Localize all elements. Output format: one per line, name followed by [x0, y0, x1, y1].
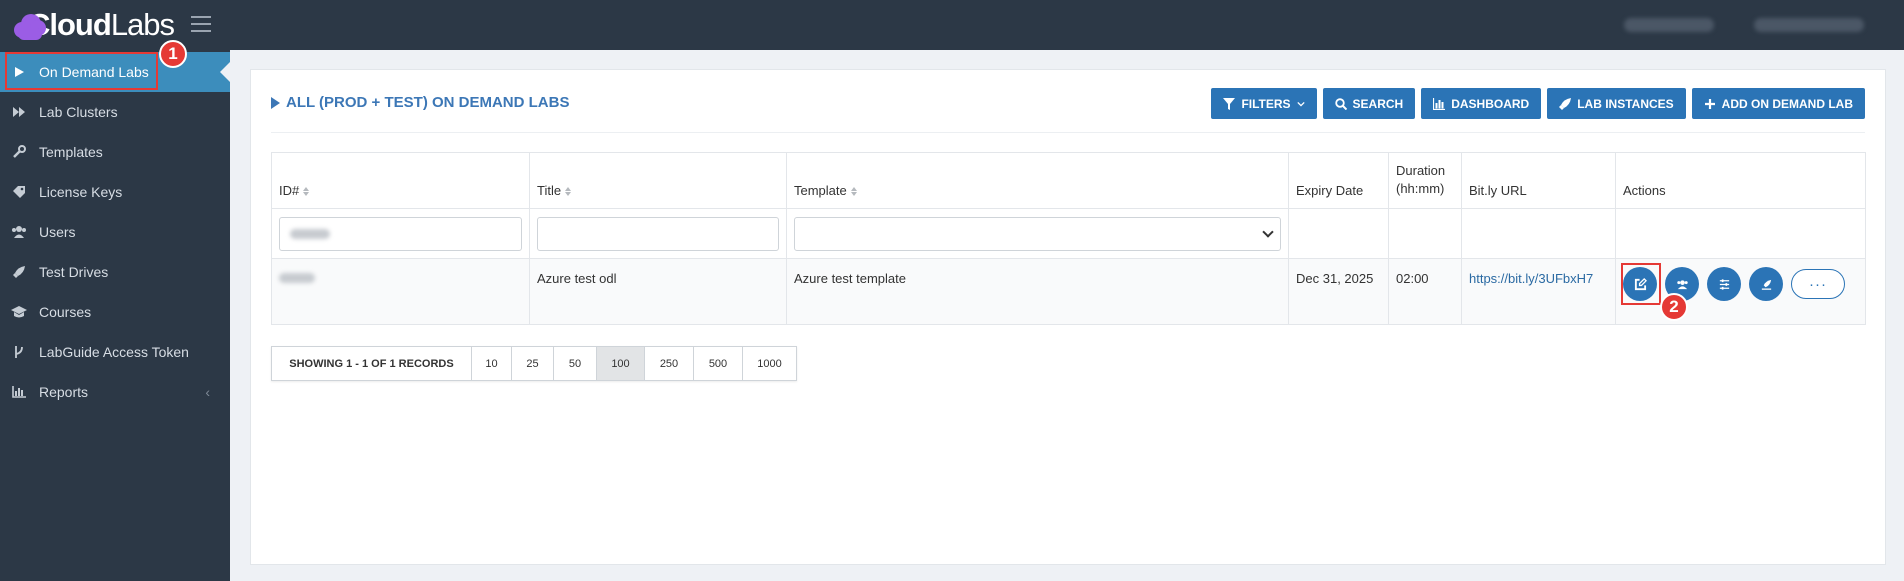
callout-badge-1: 1 — [159, 40, 187, 68]
page-size-25[interactable]: 25 — [512, 347, 554, 380]
sidebar-item-courses[interactable]: Courses — [0, 292, 230, 332]
users-icon — [11, 224, 27, 240]
tag-icon — [11, 184, 27, 200]
sidebar-item-label: Reports — [39, 384, 89, 400]
page-size-10[interactable]: 10 — [472, 347, 512, 380]
deploy-button[interactable] — [1749, 267, 1783, 301]
sidebar-item-labguide-access-token[interactable]: LabGuide Access Token — [0, 332, 230, 372]
play-icon — [271, 96, 280, 109]
menu-toggle-icon[interactable] — [191, 16, 211, 32]
page-title: ALL (PROD + TEST) ON DEMAND LABS — [271, 94, 569, 111]
settings-sliders-button[interactable] — [1707, 267, 1741, 301]
records-info: SHOWING 1 - 1 OF 1 RECORDS — [272, 347, 472, 380]
template-filter-select[interactable] — [794, 216, 1281, 251]
page-size-500[interactable]: 500 — [694, 347, 743, 380]
callout-box-1 — [5, 52, 158, 90]
wrench-icon — [11, 144, 27, 160]
chevron-down-icon — [1296, 101, 1305, 107]
add-on-demand-lab-button[interactable]: ADD ON DEMAND LAB — [1691, 88, 1865, 119]
sliders-icon — [1719, 278, 1729, 290]
fast-forward-icon — [11, 104, 27, 120]
page-size-250[interactable]: 250 — [645, 347, 694, 380]
chevron-down-icon — [1262, 225, 1274, 238]
logo-text-light: Labs — [110, 7, 175, 42]
sidebar-item-lab-clusters[interactable]: Lab Clusters — [0, 92, 230, 132]
sidebar-item-templates[interactable]: Templates — [0, 132, 230, 172]
sort-icon — [303, 187, 310, 197]
column-header-title[interactable]: Title — [529, 152, 787, 209]
bar-chart-icon — [1433, 97, 1446, 110]
page-size-1000[interactable]: 1000 — [743, 347, 796, 380]
users-icon — [1676, 279, 1688, 289]
column-header-expiry-date: Expiry Date — [1288, 152, 1389, 209]
cell-duration: 02:00 — [1388, 258, 1462, 325]
cell-bitly: https://bit.ly/3UFbxH7 — [1461, 258, 1616, 325]
filter-row — [271, 208, 1866, 259]
page-size-100[interactable]: 100 — [597, 347, 645, 380]
sidebar-item-label: Templates — [39, 144, 103, 160]
sidebar-item-label: License Keys — [39, 184, 123, 200]
sidebar-item-label: Test Drives — [39, 264, 109, 280]
lab-instances-button[interactable]: LAB INSTANCES — [1547, 88, 1686, 119]
chevron-left-icon: ‹ — [205, 384, 210, 400]
search-icon — [1334, 97, 1347, 110]
sidebar-item-users[interactable]: Users — [0, 212, 230, 252]
sidebar-item-reports[interactable]: Reports ‹ — [0, 372, 230, 412]
cell-id — [271, 258, 530, 325]
plus-icon — [1704, 98, 1715, 109]
sidebar-item-label: Courses — [39, 304, 92, 320]
column-header-id[interactable]: ID# — [271, 152, 530, 209]
cloudlabs-logo[interactable]: CloudLabs — [12, 6, 175, 44]
page-size-50[interactable]: 50 — [554, 347, 597, 380]
user-menu[interactable] — [1754, 18, 1864, 32]
callout-box-2 — [1621, 263, 1661, 305]
column-header-duration: Duration (hh:mm) — [1388, 152, 1462, 209]
page-title-text: ALL (PROD + TEST) ON DEMAND LABS — [286, 94, 570, 111]
cell-expiry: Dec 31, 2025 — [1288, 258, 1389, 325]
bar-chart-icon — [11, 384, 27, 400]
sidebar-item-label: Lab Clusters — [39, 104, 118, 120]
cloud-logo-icon — [12, 10, 46, 40]
more-actions-button[interactable]: ··· — [1791, 269, 1845, 299]
callout-badge-2: 2 — [1660, 293, 1688, 321]
sort-icon — [565, 187, 572, 197]
pagination: SHOWING 1 - 1 OF 1 RECORDS 10 25 50 100 … — [271, 346, 797, 381]
bitly-link[interactable]: https://bit.ly/3UFbxH7 — [1469, 271, 1593, 286]
branch-icon — [11, 344, 27, 360]
sidebar-item-label: Users — [39, 224, 76, 240]
column-header-template[interactable]: Template — [786, 152, 1289, 209]
rocket-icon — [11, 264, 27, 280]
column-header-bitly-url: Bit.ly URL — [1461, 152, 1616, 209]
graduation-cap-icon — [11, 304, 27, 320]
sidebar-item-license-keys[interactable]: License Keys — [0, 172, 230, 212]
filters-button[interactable]: FILTERS — [1211, 88, 1317, 119]
search-button[interactable]: SEARCH — [1322, 88, 1416, 119]
toolbar: FILTERS SEARCH DASHBOARD LAB INSTANCES A… — [1211, 88, 1865, 119]
main-panel: ALL (PROD + TEST) ON DEMAND LABS FILTERS… — [250, 69, 1886, 565]
filter-icon — [1223, 97, 1236, 110]
dashboard-button[interactable]: DASHBOARD — [1421, 88, 1542, 119]
column-header-actions: Actions — [1615, 152, 1866, 209]
title-filter-input[interactable] — [537, 216, 779, 251]
cell-title: Azure test odl — [529, 258, 787, 325]
account-menu[interactable] — [1624, 18, 1714, 32]
cell-template: Azure test template — [786, 258, 1289, 325]
sort-icon — [850, 187, 857, 197]
rocket-icon — [1559, 97, 1572, 110]
top-bar: CloudLabs — [0, 0, 1904, 50]
sidebar-item-label: LabGuide Access Token — [39, 344, 189, 360]
rocket-icon — [1761, 279, 1771, 290]
sidebar: On Demand Labs Lab Clusters Templates Li… — [0, 50, 230, 581]
sidebar-item-test-drives[interactable]: Test Drives — [0, 252, 230, 292]
id-filter-input[interactable] — [279, 216, 522, 251]
